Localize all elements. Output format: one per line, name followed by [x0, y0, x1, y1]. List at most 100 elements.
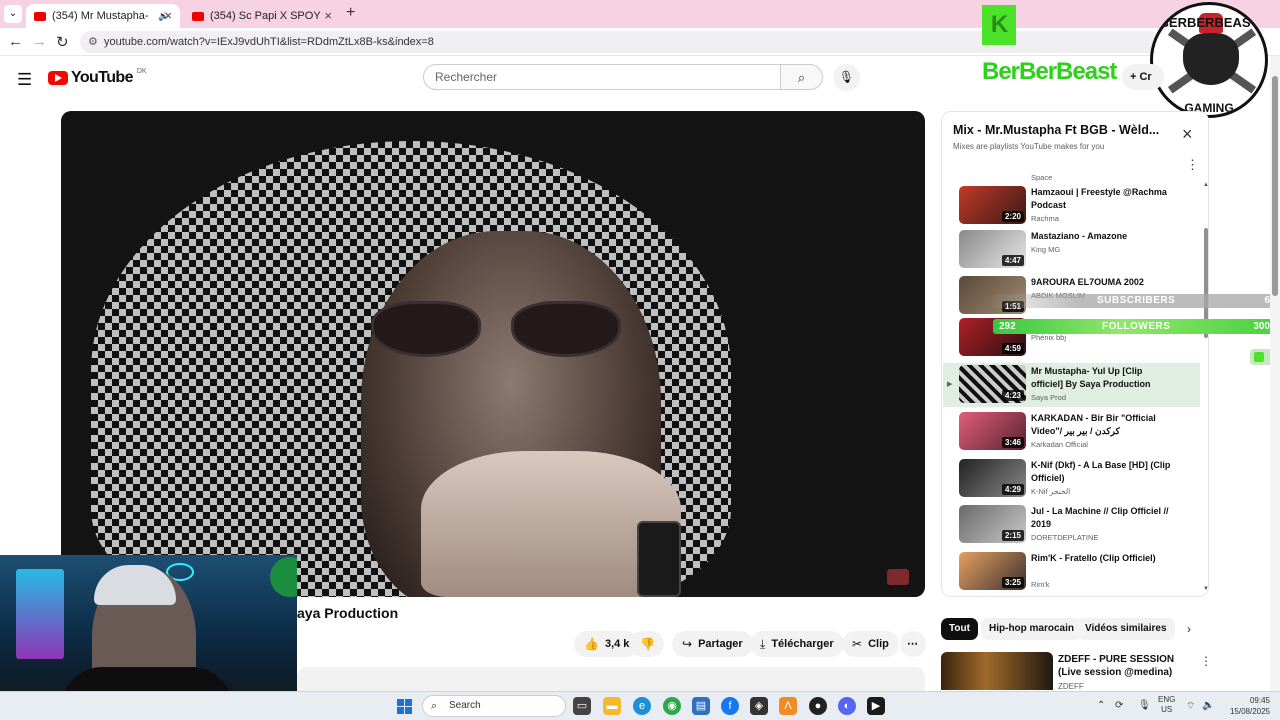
- more-actions-button[interactable]: ⋯: [900, 631, 926, 657]
- video-title: aya Production: [297, 605, 399, 621]
- recommendation-thumbnail[interactable]: [941, 652, 1053, 690]
- recorder-icon[interactable]: ●: [809, 697, 827, 715]
- recommendation-channel[interactable]: ZDEFF: [1058, 682, 1084, 691]
- clip-button[interactable]: ✂ Clip: [842, 631, 899, 657]
- playlist-item-thumbnail[interactable]: 4:23: [959, 365, 1026, 403]
- playlist-item-thumbnail[interactable]: 3:46: [959, 412, 1026, 450]
- chevron-right-icon[interactable]: ›: [1187, 622, 1191, 636]
- tab-active[interactable]: (354) Mr Mustapha- Yul Up 🔊 ×: [26, 4, 180, 28]
- tab-inactive[interactable]: (354) Sc Papi X SPOY- Freestyle ×: [184, 4, 340, 28]
- youtube-logo[interactable]: YouTube DK: [48, 68, 147, 87]
- chip-similar-videos[interactable]: Vidéos similaires: [1077, 618, 1175, 640]
- edge-browser-icon[interactable]: e: [633, 697, 651, 715]
- chrome-browser-icon[interactable]: ◉: [663, 697, 681, 715]
- facebook-icon[interactable]: f: [721, 697, 739, 715]
- playlist-item[interactable]: 3:25 Rim'K - Fratello (Clip Officiel) Rim'…: [943, 550, 1200, 594]
- duration-badge: 4:59: [1001, 343, 1024, 354]
- like-count: 3,4 k: [604, 638, 630, 650]
- windows-start-icon[interactable]: [397, 699, 412, 714]
- scroll-up-icon[interactable]: ▲: [1203, 182, 1208, 188]
- search-input[interactable]: Rechercher: [423, 64, 781, 90]
- file-explorer-icon[interactable]: ▬: [603, 697, 621, 715]
- playlist-item-thumbnail[interactable]: 4:47: [959, 230, 1026, 268]
- language-indicator[interactable]: ENG US: [1158, 695, 1175, 715]
- playlist-item[interactable]: 4:29 K-Nif (Dkf) - A La Base [HD] (Clip O…: [943, 457, 1200, 501]
- duration-badge: 2:15: [1001, 530, 1024, 541]
- dislike-button[interactable]: 👎: [630, 631, 664, 657]
- recommendation-title[interactable]: ZDEFF - PURE SESSION (Live session @medi…: [1058, 653, 1198, 679]
- playlist-subtitle: Mixes are playlists YouTube makes for yo…: [953, 142, 1105, 151]
- wifi-icon[interactable]: ⌔: [1186, 700, 1195, 713]
- close-tab-icon[interactable]: ×: [164, 8, 172, 23]
- download-label: Télécharger: [771, 638, 834, 650]
- more-horizontal-icon: ⋯: [907, 638, 918, 650]
- close-tab-icon[interactable]: ×: [324, 8, 332, 23]
- playlist-item-title[interactable]: 9AROURA EL7OUMA 2002: [1031, 276, 1171, 289]
- playlist-more-icon[interactable]: ⋮: [1186, 157, 1199, 173]
- playlist-item[interactable]: 2:20 Hamzaoui | Freestyle @Rachma Podcast…: [943, 184, 1200, 228]
- followers-current: 292: [999, 321, 1016, 332]
- youtube-favicon-icon: [192, 11, 204, 21]
- playlist-item[interactable]: 3:46 KARKADAN - Bir Bir "Official Video"/…: [943, 410, 1200, 454]
- playlist-item-title[interactable]: KARKADAN - Bir Bir "Official Video"/ كرك…: [1031, 412, 1171, 438]
- playlist-panel: Mix - Mr.Mustapha Ft BGB - Wèld... Mixes…: [941, 111, 1209, 597]
- discord-icon[interactable]: ◐: [838, 697, 856, 715]
- playlist-item-title[interactable]: K-Nif (Dkf) - A La Base [HD] (Clip Offic…: [1031, 459, 1171, 485]
- store-icon[interactable]: ▤: [692, 697, 710, 715]
- playlist-item-current[interactable]: ▶ 4:23 Mr Mustapha- Yul Up [Clip officiel]…: [943, 363, 1200, 407]
- chip-hiphop-marocain[interactable]: Hip-hop marocain: [981, 618, 1083, 640]
- tray-mic-icon[interactable]: 🎙: [1138, 700, 1151, 711]
- close-playlist-icon[interactable]: ×: [1182, 124, 1193, 145]
- taskbar-clock[interactable]: 09:45 15/08/2025: [1222, 695, 1270, 717]
- followers-goal: 300: [1253, 321, 1270, 332]
- clock-time: 09:45: [1249, 696, 1270, 705]
- create-label: Cr: [1139, 71, 1152, 83]
- now-playing-icon: ▶: [947, 381, 953, 388]
- playlist-item-title[interactable]: Rim'K - Fratello (Clip Officiel): [1031, 552, 1171, 565]
- forward-arrow-icon[interactable]: →: [32, 33, 47, 50]
- playlist-item-title[interactable]: Jul - La Machine // Clip Officiel // 201…: [1031, 505, 1171, 531]
- taskbar-search[interactable]: ⌕ Search: [422, 695, 566, 717]
- page-scrollbar[interactable]: [1270, 56, 1280, 691]
- menu-hamburger-icon[interactable]: ☰: [17, 70, 32, 90]
- create-button[interactable]: + Cr: [1122, 64, 1164, 90]
- tab-label: (354) Mr Mustapha- Yul Up: [52, 10, 152, 22]
- playlist-title[interactable]: Mix - Mr.Mustapha Ft BGB - Wèld...: [953, 123, 1173, 137]
- app-a-icon[interactable]: Λ: [779, 697, 797, 715]
- playlist-scrollbar[interactable]: ▲ ▼: [1203, 182, 1208, 592]
- download-button[interactable]: ⤓ Télécharger: [750, 631, 844, 657]
- playlist-item-thumbnail[interactable]: 3:25: [959, 552, 1026, 590]
- reload-icon[interactable]: ↻: [56, 33, 69, 51]
- playlist-item-thumbnail[interactable]: 4:29: [959, 459, 1026, 497]
- playlist-item[interactable]: 2:15 Jul - La Machine // Clip Officiel //…: [943, 503, 1200, 547]
- volume-icon[interactable]: 🔈: [1202, 700, 1214, 711]
- thumbs-up-icon: 👍: [584, 637, 599, 651]
- site-info-icon[interactable]: ⚙: [88, 31, 98, 53]
- partial-channel: Space: [1031, 173, 1053, 182]
- playlist-item[interactable]: 4:47 Mastaziano - Amazone King MG: [943, 228, 1200, 272]
- voice-search-button[interactable]: 🎙: [833, 64, 860, 91]
- scroll-down-icon[interactable]: ▼: [1203, 586, 1208, 592]
- download-icon: ⤓: [760, 637, 766, 651]
- page-scroll-thumb[interactable]: [1272, 76, 1278, 296]
- chip-all[interactable]: Tout: [941, 618, 978, 640]
- obs-icon[interactable]: ◈: [750, 697, 768, 715]
- tray-chevron-up-icon[interactable]: ⌃: [1097, 700, 1105, 711]
- playlist-item-thumbnail[interactable]: 2:15: [959, 505, 1026, 543]
- search-button[interactable]: ⌕: [780, 64, 823, 90]
- tab-search-button[interactable]: ⌄: [4, 5, 22, 23]
- back-arrow-icon[interactable]: ←: [8, 33, 23, 50]
- new-tab-icon[interactable]: +: [346, 4, 355, 22]
- streaming-app-icon[interactable]: ▶: [867, 697, 885, 715]
- tray-sync-icon[interactable]: ⟳: [1115, 700, 1123, 711]
- playlist-item-title[interactable]: Mr Mustapha- Yul Up [Clip officiel] By S…: [1031, 365, 1171, 391]
- video-player[interactable]: [61, 111, 925, 597]
- playlist-item-title[interactable]: Hamzaoui | Freestyle @Rachma Podcast: [1031, 186, 1171, 212]
- playlist-item-thumbnail[interactable]: 2:20: [959, 186, 1026, 224]
- search-icon: ⌕: [797, 70, 806, 85]
- playlist-item-channel: Rim'k: [1031, 580, 1050, 589]
- playlist-item-title[interactable]: Mastaziano - Amazone: [1031, 230, 1171, 243]
- share-button[interactable]: ↪ Partager: [672, 631, 753, 657]
- recommendation-more-icon[interactable]: ⋮: [1200, 654, 1212, 668]
- task-view-icon[interactable]: ▭: [573, 697, 591, 715]
